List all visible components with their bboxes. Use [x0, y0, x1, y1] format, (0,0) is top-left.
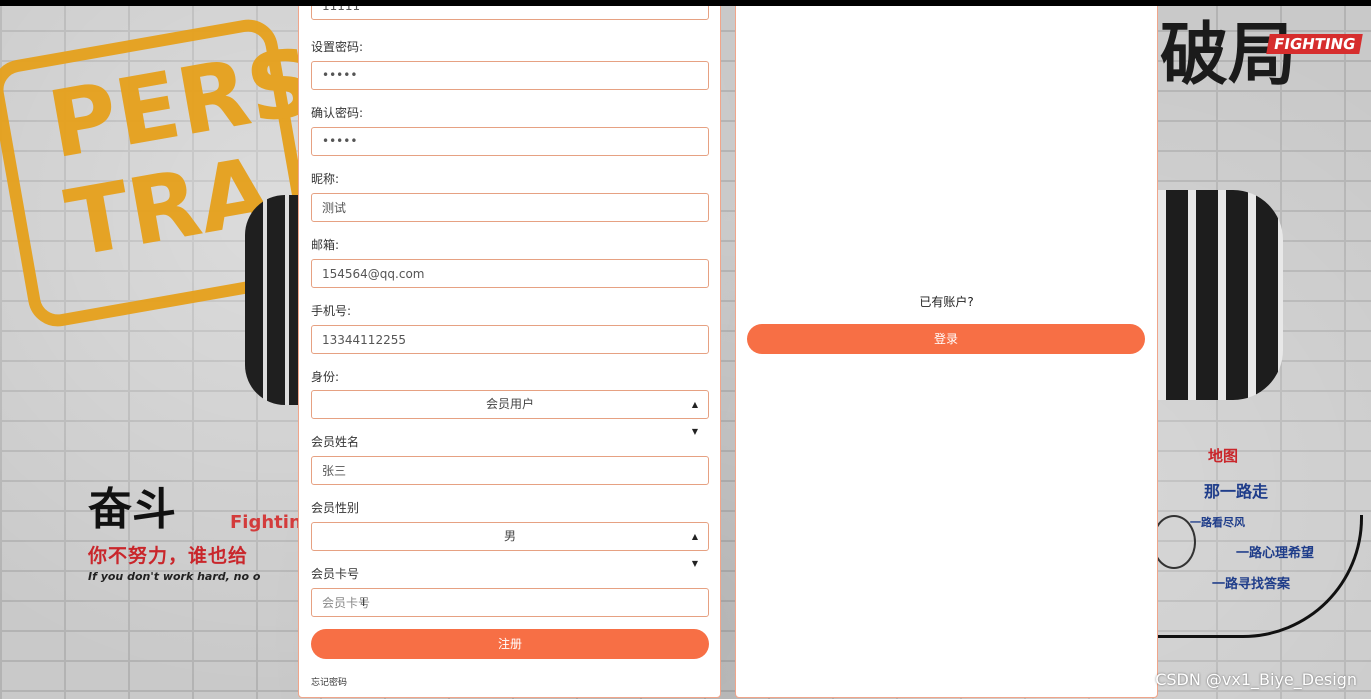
- member-card-input[interactable]: [311, 588, 709, 617]
- register-panel: 设置密码: ••••• 确认密码: ••••• 昵称: 邮箱: 手机号: 身份:…: [298, 0, 721, 698]
- member-name-label: 会员姓名: [311, 435, 360, 449]
- register-button[interactable]: 注册: [311, 629, 709, 659]
- login-panel: 已有账户? 登录: [735, 0, 1158, 698]
- phone-label: 手机号:: [311, 304, 352, 318]
- phone-input[interactable]: [311, 325, 709, 354]
- right-fighting-badge: FIGHTING: [1266, 34, 1364, 54]
- select-caret-icon: ▲ ▼: [691, 532, 698, 568]
- top-black-strip: [0, 0, 1371, 6]
- right-word-2: 那一路走: [1204, 482, 1269, 501]
- login-button[interactable]: 登录: [747, 324, 1145, 354]
- nickname-label: 昵称:: [311, 172, 340, 186]
- password-input[interactable]: •••••: [311, 61, 709, 90]
- right-word-1: 地图: [1208, 447, 1239, 465]
- confirm-password-label: 确认密码:: [311, 106, 364, 120]
- forgot-password-link[interactable]: 忘记密码: [311, 675, 347, 688]
- member-gender-select[interactable]: 男 ▲ ▼: [311, 522, 709, 568]
- bicycle-wheel-icon: [1152, 515, 1196, 569]
- confirm-password-input[interactable]: •••••: [311, 127, 709, 156]
- email-input[interactable]: [311, 259, 709, 288]
- text-cursor-icon: I: [362, 596, 366, 609]
- member-card-label: 会员卡号: [311, 567, 360, 581]
- password-label: 设置密码:: [311, 40, 364, 54]
- decorative-drum-right: [1158, 190, 1283, 400]
- member-name-input[interactable]: [311, 456, 709, 485]
- role-selected-value: 会员用户: [485, 397, 534, 411]
- role-label: 身份:: [311, 370, 340, 384]
- slogan-fighting: Fightin: [230, 512, 302, 533]
- gender-selected-value: 男: [503, 529, 516, 543]
- role-select[interactable]: 会员用户 ▲ ▼: [311, 390, 709, 436]
- slogan-english: If you don't work hard, no o: [88, 570, 261, 583]
- nickname-input[interactable]: [311, 193, 709, 222]
- slogan-block: 奋斗 Fightin 你不努力，谁也给 If you don't work ha…: [88, 485, 318, 584]
- slogan-chinese: 你不努力，谁也给: [88, 545, 249, 567]
- select-caret-icon: ▲ ▼: [691, 400, 698, 436]
- email-label: 邮箱:: [311, 238, 340, 252]
- member-gender-label: 会员性别: [311, 501, 360, 515]
- right-title-art: 破局: [1160, 15, 1297, 95]
- csdn-watermark: CSDN @vx1_Biye_Design: [1155, 670, 1357, 689]
- have-account-text: 已有账户?: [919, 295, 974, 309]
